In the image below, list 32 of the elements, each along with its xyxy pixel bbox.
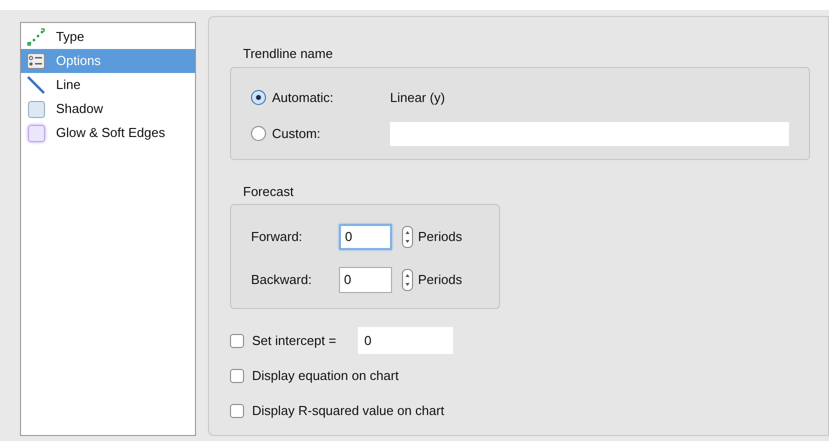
sidebar-item[interactable]: Type bbox=[21, 25, 195, 49]
checkbox-label: Display R-squared value on chart bbox=[252, 402, 444, 420]
options-list-icon bbox=[27, 53, 45, 69]
field-label: Forward: bbox=[251, 228, 304, 246]
sidebar-item[interactable]: Shadow bbox=[21, 97, 195, 121]
sidebar-item[interactable]: Glow & Soft Edges bbox=[21, 121, 195, 145]
radio-label: Custom: bbox=[272, 124, 322, 143]
group-title: Trendline name bbox=[242, 45, 334, 63]
trendline-name-value: Linear (y) bbox=[390, 88, 445, 107]
stepper-control[interactable] bbox=[402, 226, 413, 248]
checkbox[interactable] bbox=[230, 368, 244, 382]
checkbox[interactable] bbox=[230, 404, 244, 418]
group-title: Forecast bbox=[242, 182, 295, 200]
number-field[interactable]: 0 bbox=[339, 224, 392, 250]
checkbox-label: Set intercept = bbox=[252, 332, 336, 350]
glow-square-icon bbox=[28, 124, 44, 142]
radio-button[interactable] bbox=[251, 126, 266, 141]
stepper-control[interactable] bbox=[402, 268, 413, 290]
diagonal-line-icon bbox=[27, 76, 45, 94]
radio-button[interactable] bbox=[251, 90, 266, 105]
sidebar-item[interactable]: Line bbox=[21, 73, 195, 97]
unit-label: Periods bbox=[418, 228, 462, 246]
scatter-arrows-icon bbox=[27, 28, 45, 46]
intercept-field[interactable]: 0 bbox=[358, 327, 454, 354]
radio-label: Automatic: bbox=[272, 88, 334, 107]
unit-label: Periods bbox=[418, 270, 462, 289]
checkbox[interactable] bbox=[230, 334, 244, 348]
checkbox-label: Display equation on chart bbox=[252, 366, 399, 385]
custom-name-field[interactable] bbox=[390, 122, 789, 146]
field-label: Backward: bbox=[251, 270, 313, 289]
shadow-square-icon bbox=[28, 100, 44, 118]
number-field[interactable]: 0 bbox=[339, 266, 392, 292]
